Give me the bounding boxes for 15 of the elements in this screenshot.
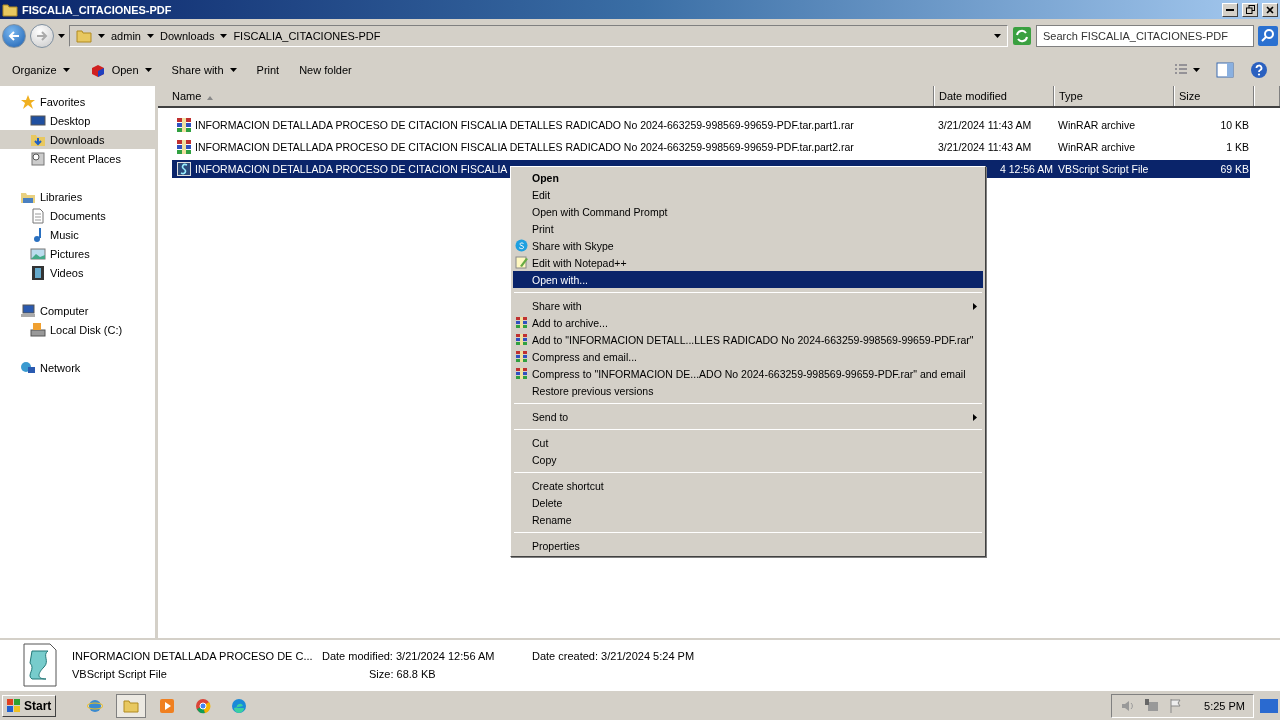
date-modified: Date modified: 3/21/2024 12:56 AM	[322, 650, 495, 662]
date-created: Date created: 3/21/2024 5:24 PM	[532, 650, 695, 662]
window-title: FISCALIA_CITACIONES-PDF	[22, 3, 173, 16]
size-cell: 69 KB	[1174, 160, 1250, 178]
size-cell-text: 1 KB	[1225, 140, 1250, 155]
clock: 5:25 PM	[1203, 699, 1245, 712]
date-cell-text: 3/21/2024 11:43 AM	[937, 140, 1033, 155]
file-type: VBScript Script File	[72, 668, 167, 680]
type-cell-text: WinRAR archive	[1057, 118, 1137, 133]
type-cell-text: WinRAR archive	[1057, 140, 1137, 155]
type-cell: VBScript Script File	[1054, 160, 1174, 178]
file-size: Size: 68.8 KB	[368, 668, 436, 680]
date-cell-text: 3/21/2024 11:43 AM	[937, 118, 1033, 133]
file-name: INFORMACION DETALLADA PROCESO DE C...	[72, 650, 313, 662]
size-cell-text: 10 KB	[1219, 118, 1250, 133]
